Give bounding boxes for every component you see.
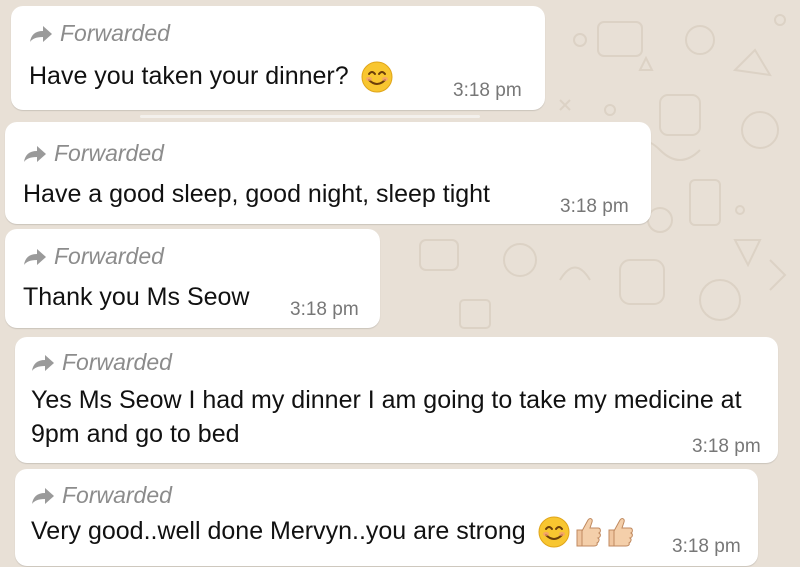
smiling-face-icon (360, 60, 394, 94)
forwarded-label: Forwarded (60, 20, 170, 46)
thumbs-up-icon (603, 515, 635, 549)
forwarded-indicator: Forwarded (31, 482, 172, 509)
forward-arrow-icon (30, 25, 52, 42)
message-bubble[interactable]: Forwarded Have you taken your dinner? 3:… (11, 6, 545, 110)
message-timestamp: 3:18 pm (560, 196, 629, 217)
forward-arrow-icon (32, 354, 54, 371)
message-text: Thank you Ms Seow (23, 283, 250, 311)
message-bubble[interactable]: Forwarded Very good..well done Mervyn..y… (15, 469, 758, 566)
message-timestamp: 3:18 pm (672, 536, 741, 557)
smiling-face-icon (537, 515, 571, 549)
forwarded-label: Forwarded (62, 482, 172, 508)
forward-arrow-icon (24, 145, 46, 162)
forwarded-indicator: Forwarded (29, 20, 170, 47)
message-text: Have you taken your dinner? (29, 59, 394, 94)
message-bubble[interactable]: Forwarded Thank you Ms Seow 3:18 pm (5, 229, 380, 328)
message-divider (140, 115, 480, 118)
message-text-line-1: Yes Ms Seow I had my dinner I am going t… (31, 386, 742, 414)
thumbs-up-icon (571, 515, 603, 549)
forwarded-indicator: Forwarded (23, 140, 164, 167)
forward-arrow-icon (32, 487, 54, 504)
message-text: Very good..well done Mervyn..you are str… (31, 514, 635, 549)
forwarded-label: Forwarded (62, 349, 172, 375)
message-timestamp: 3:18 pm (692, 436, 761, 457)
forwarded-indicator: Forwarded (31, 349, 172, 376)
forwarded-indicator: Forwarded (23, 243, 164, 270)
forward-arrow-icon (24, 248, 46, 265)
forwarded-label: Forwarded (54, 243, 164, 269)
message-bubble[interactable]: Forwarded Have a good sleep, good night,… (5, 122, 651, 224)
message-timestamp: 3:18 pm (290, 299, 359, 320)
message-timestamp: 3:18 pm (453, 80, 522, 101)
forwarded-label: Forwarded (54, 140, 164, 166)
message-bubble[interactable]: Forwarded Yes Ms Seow I had my dinner I … (15, 337, 778, 463)
message-text-line-2: 9pm and go to bed (31, 420, 240, 448)
message-text: Have a good sleep, good night, sleep tig… (23, 180, 491, 208)
